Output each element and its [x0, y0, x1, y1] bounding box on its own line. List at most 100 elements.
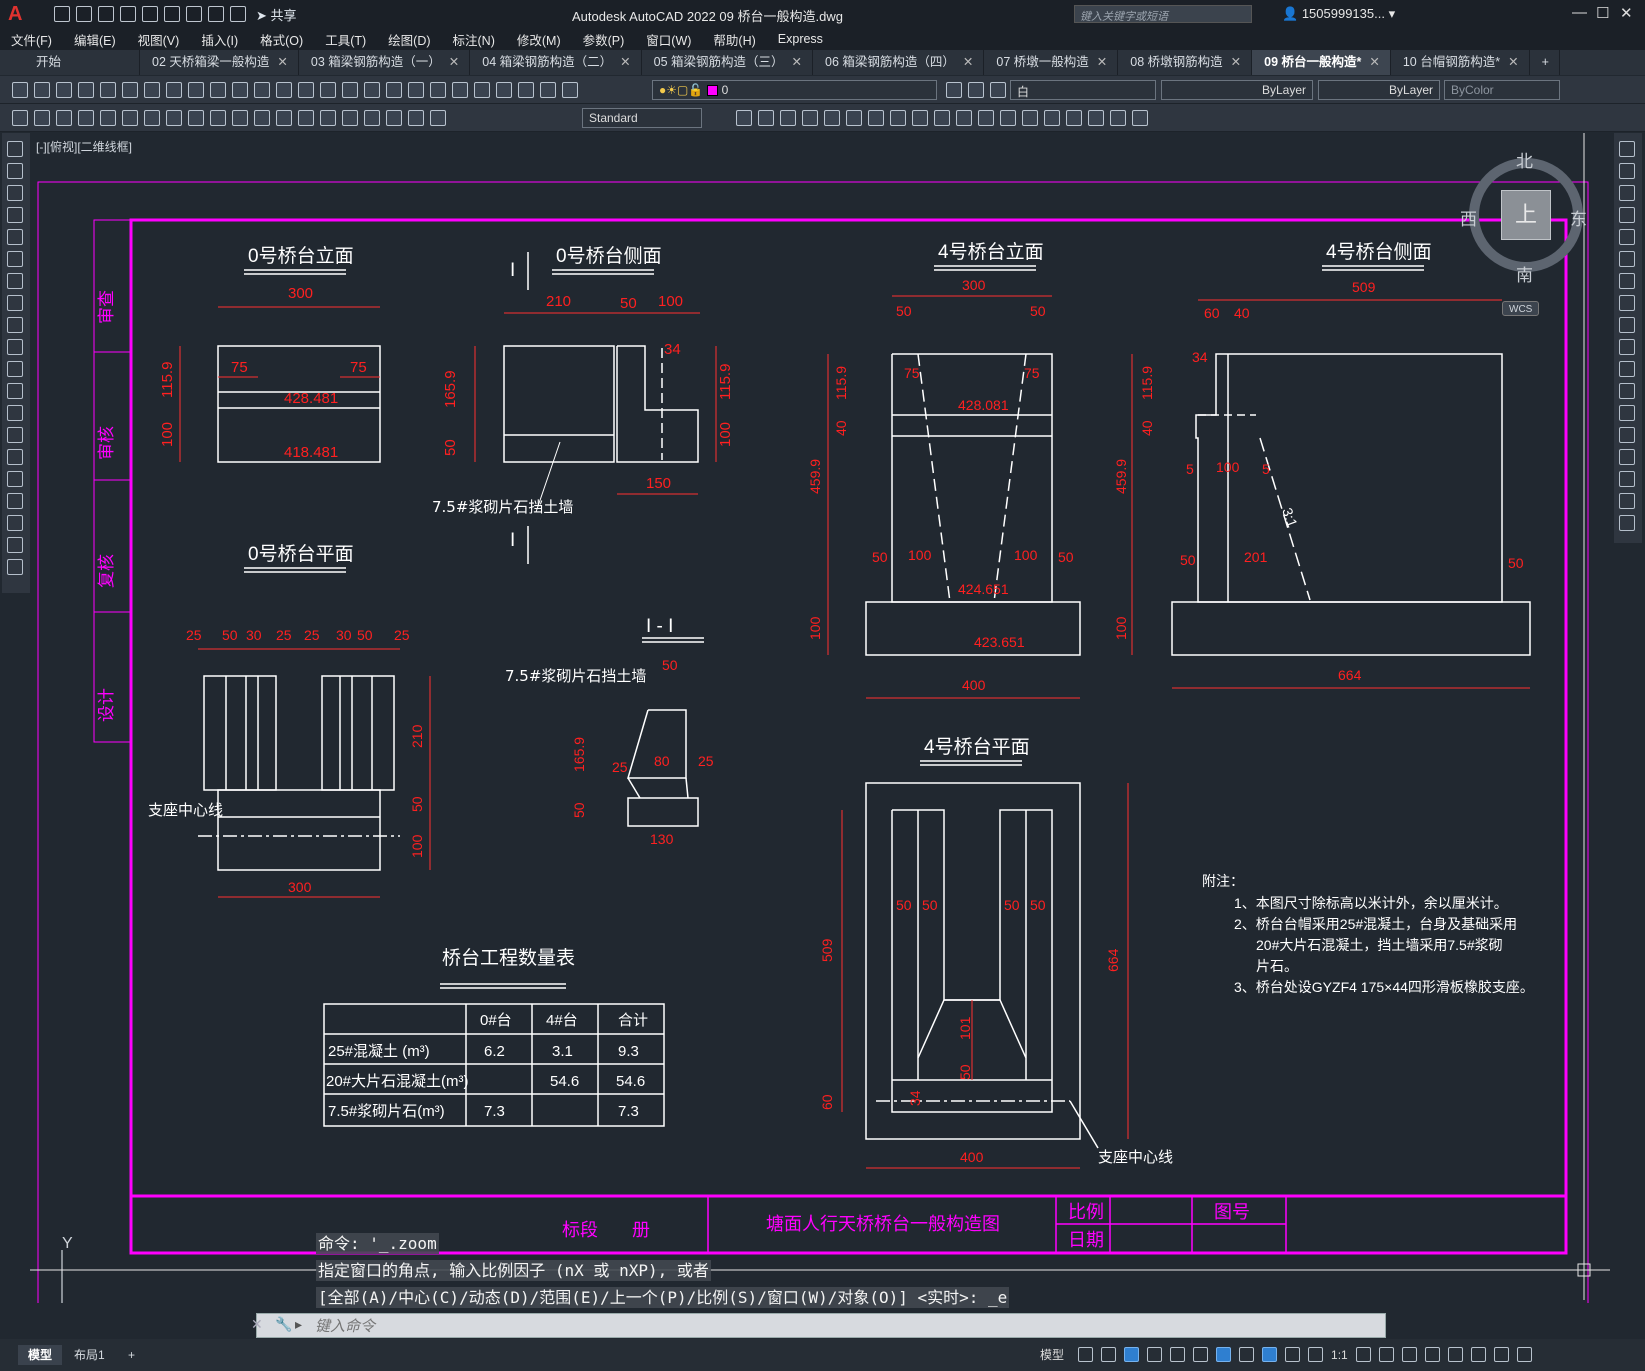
- tab-doc-08[interactable]: 08 桥墩钢筋构造 ✕: [1118, 50, 1253, 75]
- tab-doc-06[interactable]: 06 箱梁钢筋构造（四） ✕: [813, 50, 985, 75]
- menu-tools[interactable]: 工具(T): [314, 30, 377, 49]
- new-tab-button[interactable]: +: [1530, 50, 1560, 75]
- box-icon[interactable]: [736, 110, 752, 126]
- jogged-linear-icon[interactable]: [364, 110, 380, 126]
- copy-icon[interactable]: [188, 82, 204, 98]
- 3d-rotate-icon[interactable]: [1132, 110, 1148, 126]
- dim-ordinate-icon[interactable]: [78, 110, 94, 126]
- share-button[interactable]: ➤ 共享: [256, 5, 297, 24]
- trim-icon[interactable]: [1619, 339, 1635, 355]
- tab-close-icon[interactable]: ✕: [792, 55, 802, 69]
- lineweight-icon[interactable]: [1239, 1347, 1255, 1362]
- dim-linear-icon[interactable]: [12, 110, 28, 126]
- compass-east[interactable]: 东: [1570, 205, 1587, 230]
- lineweight-dropdown[interactable]: ByLayer: [1318, 80, 1440, 100]
- color-dropdown[interactable]: 白: [1010, 80, 1156, 100]
- plot-icon[interactable]: [78, 82, 94, 98]
- break-icon[interactable]: [1619, 405, 1635, 421]
- command-input[interactable]: [315, 1317, 1335, 1335]
- 3d-print-icon[interactable]: [144, 82, 160, 98]
- save-icon[interactable]: [56, 82, 72, 98]
- web-open-icon[interactable]: [142, 6, 158, 22]
- wcs-menu[interactable]: WCS: [1502, 301, 1540, 316]
- dim-arc-icon[interactable]: [56, 110, 72, 126]
- cylinder-icon[interactable]: [824, 110, 840, 126]
- block-editor-icon[interactable]: [254, 82, 270, 98]
- compass-south[interactable]: 南: [1516, 261, 1533, 286]
- search-input[interactable]: 键入关键字或短语: [1074, 5, 1252, 23]
- redo-icon[interactable]: [230, 6, 246, 22]
- tab-doc-02[interactable]: 02 天桥箱梁一般构造 ✕: [140, 50, 299, 75]
- layer-isolate-icon[interactable]: [990, 82, 1006, 98]
- calculator-icon[interactable]: [518, 82, 534, 98]
- menu-modify[interactable]: 修改(M): [506, 30, 572, 49]
- user-account[interactable]: 👤 1505999135... ▾: [1282, 6, 1395, 22]
- tab-doc-05[interactable]: 05 箱梁钢筋构造（三） ✕: [642, 50, 813, 75]
- helix-icon[interactable]: [890, 110, 906, 126]
- menu-window[interactable]: 窗口(W): [635, 30, 702, 49]
- insert-block-icon[interactable]: [7, 383, 23, 399]
- save-icon[interactable]: [98, 6, 114, 22]
- help-icon[interactable]: [540, 82, 556, 98]
- dim-baseline-icon[interactable]: [210, 110, 226, 126]
- subtract-icon[interactable]: [1066, 110, 1082, 126]
- chamfer-icon[interactable]: [1619, 449, 1635, 465]
- properties-icon[interactable]: [408, 82, 424, 98]
- sphere-icon[interactable]: [802, 110, 818, 126]
- sweep-icon[interactable]: [978, 110, 994, 126]
- layer-manager-icon[interactable]: [562, 82, 578, 98]
- autocad-logo-icon[interactable]: A: [8, 3, 30, 25]
- dim-jogged-icon[interactable]: [122, 110, 138, 126]
- close-icon[interactable]: ✕: [1620, 4, 1633, 22]
- tab-close-icon[interactable]: ✕: [620, 55, 630, 69]
- menu-format[interactable]: 格式(O): [249, 30, 314, 49]
- maximize-icon[interactable]: ☐: [1596, 4, 1609, 22]
- hatch-icon[interactable]: [7, 449, 23, 465]
- object-snap-tracking-icon[interactable]: [1193, 1347, 1209, 1362]
- open-icon[interactable]: [76, 6, 92, 22]
- publish-icon[interactable]: [122, 82, 138, 98]
- menu-view[interactable]: 视图(V): [127, 30, 191, 49]
- polygon-icon[interactable]: [7, 207, 23, 223]
- snap-icon[interactable]: [1101, 1347, 1117, 1362]
- region-icon[interactable]: [7, 493, 23, 509]
- extrude-icon[interactable]: [934, 110, 950, 126]
- markup-icon[interactable]: [496, 82, 512, 98]
- annotation-scale-icon[interactable]: [1308, 1347, 1324, 1362]
- command-line[interactable]: ✕ 🔧 ▸: [251, 1313, 1386, 1338]
- presspull-icon[interactable]: [956, 110, 972, 126]
- copy-object-icon[interactable]: [1619, 163, 1635, 179]
- undo-icon[interactable]: [276, 82, 292, 98]
- viewcube-top-face[interactable]: 上: [1501, 190, 1551, 240]
- ellipse-arc-icon[interactable]: [7, 361, 23, 377]
- viewcube[interactable]: 北 南 东 西 上 WCS: [1458, 145, 1588, 316]
- annotation-visibility-icon[interactable]: [1262, 1347, 1278, 1362]
- zoom-realtime-icon[interactable]: [342, 82, 358, 98]
- offset-icon[interactable]: [1619, 207, 1635, 223]
- layer-dropdown[interactable]: ●☀▢🔓 0: [652, 80, 937, 100]
- sheet-set-icon[interactable]: [474, 82, 490, 98]
- rotate-icon[interactable]: [1619, 273, 1635, 289]
- dim-angular-icon[interactable]: [166, 110, 182, 126]
- tolerance-icon[interactable]: [298, 110, 314, 126]
- tab-doc-03[interactable]: 03 箱梁钢筋构造（一） ✕: [299, 50, 471, 75]
- tab-doc-09[interactable]: 09 桥台一般构造* ✕: [1252, 50, 1391, 75]
- dim-radius-icon[interactable]: [100, 110, 116, 126]
- table-icon[interactable]: [7, 515, 23, 531]
- polar-icon[interactable]: [1147, 1347, 1163, 1362]
- mtext-icon[interactable]: [7, 537, 23, 553]
- join-icon[interactable]: [1619, 427, 1635, 443]
- undo-icon[interactable]: [208, 6, 224, 22]
- union-icon[interactable]: [1044, 110, 1060, 126]
- quick-dim-icon[interactable]: [188, 110, 204, 126]
- auto-scale-icon[interactable]: [1285, 1347, 1301, 1362]
- tab-doc-10[interactable]: 10 台帽钢筋构造* ✕: [1391, 50, 1530, 75]
- add-selected-icon[interactable]: [7, 559, 23, 575]
- tab-close-icon[interactable]: ✕: [1097, 55, 1107, 69]
- tab-close-icon[interactable]: ✕: [1231, 55, 1241, 69]
- model-tab[interactable]: 模型: [18, 1345, 63, 1365]
- tab-close-icon[interactable]: ✕: [1508, 55, 1518, 69]
- compass-west[interactable]: 西: [1460, 205, 1477, 230]
- redo-icon[interactable]: [298, 82, 314, 98]
- pyramid-icon[interactable]: [868, 110, 884, 126]
